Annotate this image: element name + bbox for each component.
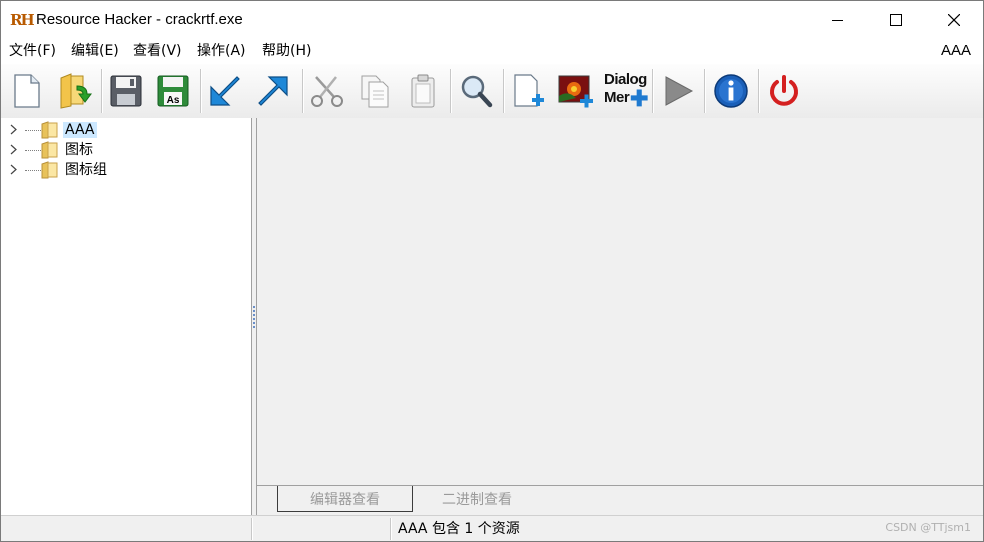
view-tabs: 编辑器查看 二进制查看: [256, 485, 983, 516]
folder-icon: [41, 161, 58, 179]
window-title: Resource Hacker - crackrtf.exe: [36, 11, 243, 28]
menu-file[interactable]: 文件(F): [9, 42, 56, 60]
compile-arrow-icon: [210, 76, 240, 106]
run-script-button[interactable]: [657, 70, 697, 112]
save-as-badge: As: [167, 95, 180, 106]
tree-item-label: AAA: [63, 122, 97, 138]
editor-pane[interactable]: [256, 118, 983, 485]
new-button[interactable]: [7, 70, 47, 112]
status-text: AAA 包含 1 个资源: [398, 521, 520, 537]
menu-help[interactable]: 帮助(H): [262, 42, 311, 60]
tree-item-aaa[interactable]: AAA: [1, 120, 251, 140]
close-icon: [948, 13, 960, 26]
resource-tree[interactable]: AAA 图标 图标组: [1, 118, 252, 516]
export-button[interactable]: [253, 70, 293, 112]
tree-item-label: 图标: [65, 142, 93, 158]
search-button[interactable]: [456, 70, 496, 112]
dialog-menu-editor-icon: ✚: [630, 86, 648, 111]
minimize-button[interactable]: [809, 1, 867, 38]
chevron-right-icon[interactable]: [10, 144, 18, 155]
save-icon: [110, 75, 142, 107]
cut-button[interactable]: [307, 70, 347, 112]
export-arrow-icon: [258, 76, 288, 106]
tree-item-label: 图标组: [65, 162, 107, 178]
menu-edit[interactable]: 编辑(E): [71, 42, 119, 60]
maximize-icon: [890, 13, 902, 26]
folder-icon: [41, 121, 58, 139]
menu-action[interactable]: 操作(A): [197, 42, 246, 60]
add-resource-button[interactable]: [508, 70, 548, 112]
folder-icon: [41, 141, 58, 159]
toolbar: As Dialog Mer ✚: [1, 64, 983, 119]
paste-button[interactable]: [403, 70, 443, 112]
new-file-icon: [14, 74, 40, 108]
add-image-resource-button[interactable]: [556, 70, 596, 112]
status-bar: AAA 包含 1 个资源 CSDN @TTjsm1: [1, 515, 983, 541]
watermark: CSDN @TTjsm1: [885, 521, 971, 534]
copy-button[interactable]: [355, 70, 395, 112]
save-button[interactable]: [106, 70, 146, 112]
tree-item-icon-group[interactable]: 图标组: [1, 160, 251, 180]
power-icon: [770, 75, 798, 106]
menu-bar: 文件(F) 编辑(E) 查看(V) 操作(A) 帮助(H) AAA: [1, 38, 983, 64]
app-logo: RH: [10, 11, 35, 29]
paste-icon: [411, 74, 435, 108]
add-image-resource-icon: [558, 75, 593, 108]
current-resource-label: AAA: [940, 42, 971, 59]
info-icon: [714, 74, 748, 108]
app-window: RH Resource Hacker - crackrtf.exe 文件(F) …: [0, 0, 984, 542]
save-as-button[interactable]: As: [153, 70, 193, 112]
chevron-right-icon[interactable]: [10, 124, 18, 135]
about-button[interactable]: [711, 70, 751, 112]
open-folder-icon: [60, 73, 92, 109]
tab-editor-view[interactable]: 编辑器查看: [277, 486, 413, 512]
title-bar: RH Resource Hacker - crackrtf.exe: [1, 1, 983, 38]
play-icon: [665, 76, 694, 106]
add-resource-icon: [514, 74, 544, 107]
chevron-right-icon[interactable]: [10, 164, 18, 175]
save-as-icon: As: [157, 75, 189, 107]
minimize-icon: [832, 19, 843, 21]
copy-icon: [361, 75, 389, 108]
compile-button[interactable]: [205, 70, 245, 112]
tab-binary-view[interactable]: 二进制查看: [417, 486, 537, 511]
open-button[interactable]: [55, 70, 95, 112]
tree-item-icon[interactable]: 图标: [1, 140, 251, 160]
search-icon: [461, 75, 493, 108]
exit-button[interactable]: [764, 70, 804, 112]
cut-icon: [311, 76, 343, 107]
maximize-button[interactable]: [867, 1, 925, 38]
dialog-menu-editor-button[interactable]: Dialog Mer ✚: [604, 71, 648, 111]
close-button[interactable]: [925, 1, 983, 38]
menu-view[interactable]: 查看(V): [133, 42, 182, 60]
